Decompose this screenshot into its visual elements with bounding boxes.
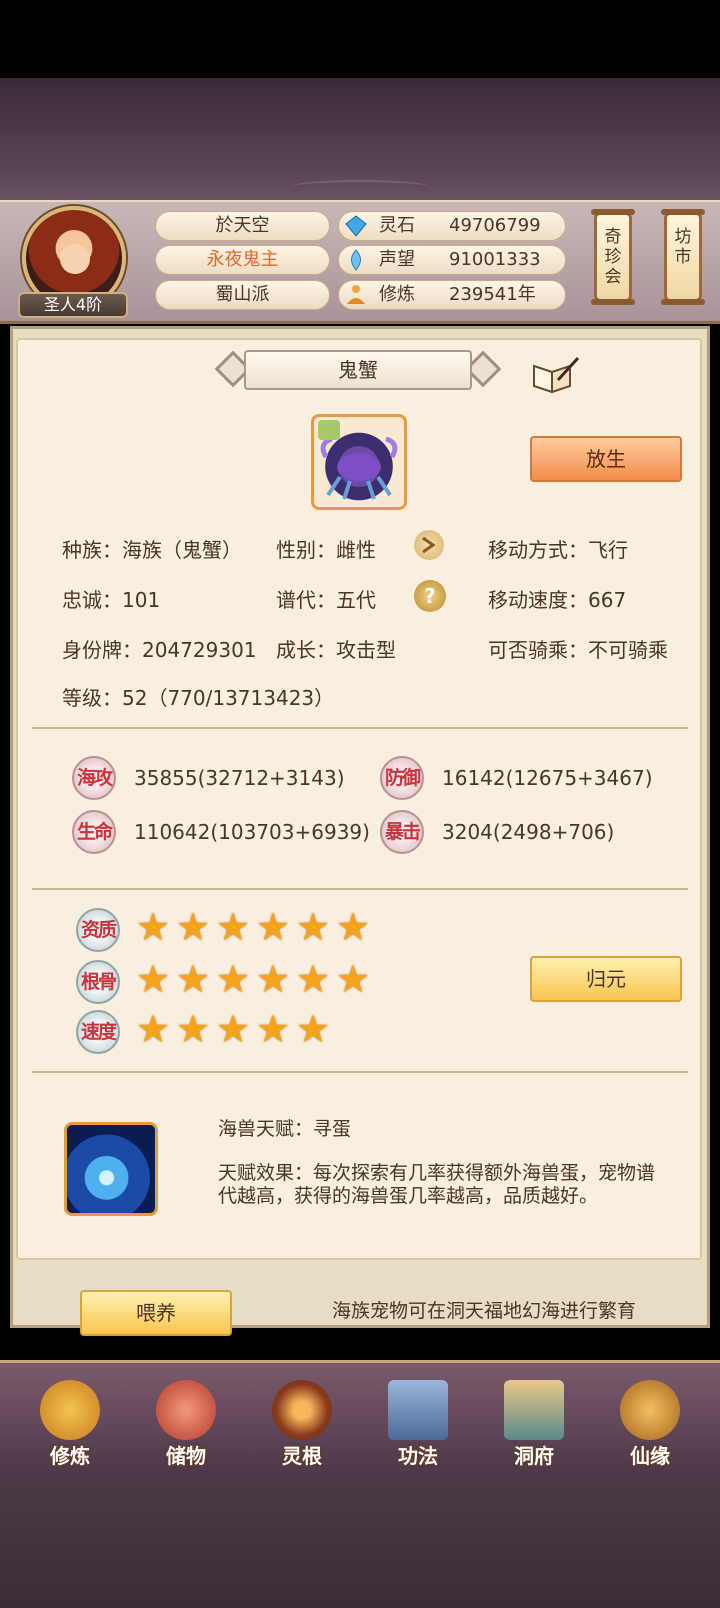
quality-stars-aptitude: ★ ★ ★ ★ ★ ★: [136, 905, 371, 949]
lock-icon[interactable]: [318, 420, 340, 440]
nav-label: 功法: [398, 1444, 438, 1468]
star-icon: ★: [296, 957, 331, 1001]
stat-badge-attack: 海攻: [72, 756, 116, 800]
talent-name: 海兽天赋：寻蛋: [218, 1118, 352, 1140]
pet-name: 鬼蟹: [244, 350, 472, 390]
triskelion-icon: [272, 1380, 332, 1440]
stat-badge-crit: 暴击: [380, 810, 424, 854]
gourd-icon: [620, 1380, 680, 1440]
resource-label: 修炼: [379, 284, 415, 305]
gender-arrow-icon[interactable]: [414, 530, 444, 560]
stat-crit-value: 3204(2498+706): [442, 820, 615, 844]
scroll-book-icon: [388, 1380, 448, 1440]
star-icon: ★: [176, 957, 211, 1001]
resource-cultivation: 修炼 239541年: [338, 280, 566, 310]
quality-badge-bone: 根骨: [76, 960, 120, 1004]
stat-badge-defense: 防御: [380, 756, 424, 800]
nav-cave[interactable]: 洞府: [492, 1380, 576, 1480]
star-icon: ★: [336, 905, 371, 949]
divider: [32, 1071, 688, 1073]
resource-prestige: 声望 91001333: [338, 245, 566, 275]
star-icon: ★: [136, 957, 171, 1001]
rename-book-icon[interactable]: [530, 354, 580, 396]
star-icon: ★: [216, 1007, 251, 1051]
stat-defense-value: 16142(12675+3467): [442, 766, 653, 790]
quality-stars-bone: ★ ★ ★ ★ ★ ★: [136, 957, 371, 1001]
nav-label: 洞府: [514, 1444, 554, 1468]
pet-level: 等级：52（770/13713423）: [62, 686, 335, 710]
pet-race: 种族：海族（鬼蟹）: [62, 538, 242, 562]
pet-move-speed: 移动速度：667: [488, 588, 627, 612]
player-sect: 蜀山派: [155, 280, 330, 310]
status-bar-area: [0, 0, 720, 78]
resource-label: 声望: [379, 249, 415, 270]
gem-icon: [345, 215, 367, 237]
nav-techniques[interactable]: 功法: [376, 1380, 460, 1480]
header-ornament: [290, 180, 430, 194]
divider: [32, 727, 688, 729]
star-icon: ★: [176, 1007, 211, 1051]
divider: [32, 888, 688, 890]
stat-hp-value: 110642(103703+6939): [134, 820, 370, 844]
star-icon: ★: [176, 905, 211, 949]
star-icon: ★: [216, 905, 251, 949]
nav-label: 修炼: [50, 1444, 90, 1468]
treasure-fair-button[interactable]: 奇珍会: [591, 209, 635, 305]
pet-rideable: 可否骑乘：不可骑乘: [488, 638, 668, 662]
bottom-background: [0, 1482, 720, 1608]
pet-move-type: 移动方式：飞行: [488, 538, 628, 562]
avatar-face: [60, 244, 90, 274]
star-icon: ★: [336, 957, 371, 1001]
talent-skill-icon[interactable]: [64, 1122, 158, 1216]
nav-label: 仙缘: [630, 1444, 670, 1468]
player-name: 於天空: [155, 211, 330, 241]
resource-label: 灵石: [379, 215, 415, 236]
resource-value: 239541年: [449, 284, 536, 305]
star-icon: ★: [136, 1007, 171, 1051]
nav-fate[interactable]: 仙缘: [608, 1380, 692, 1480]
pet-growth: 成长：攻击型: [276, 638, 396, 662]
nav-label: 储物: [166, 1444, 206, 1468]
help-icon[interactable]: ?: [414, 580, 446, 612]
nav-spirit-root[interactable]: 灵根: [260, 1380, 344, 1480]
stat-attack-value: 35855(32712+3143): [134, 766, 345, 790]
quality-stars-speed: ★ ★ ★ ★ ★: [136, 1007, 331, 1051]
pet-generation: 谱代：五代: [276, 588, 376, 612]
flame-crystal-icon: [351, 249, 361, 271]
star-icon: ★: [216, 957, 251, 1001]
monk-icon: [40, 1380, 100, 1440]
market-button[interactable]: 坊市: [661, 209, 705, 305]
quality-badge-speed: 速度: [76, 1010, 120, 1054]
nav-cultivate[interactable]: 修炼: [28, 1380, 112, 1480]
nav-storage[interactable]: 储物: [144, 1380, 228, 1480]
nav-label: 灵根: [282, 1444, 322, 1468]
pet-loyalty: 忠诚：101: [62, 588, 161, 612]
rank-label: 圣人4阶: [18, 292, 128, 318]
pavilion-icon: [504, 1380, 564, 1440]
release-button[interactable]: 放生: [530, 436, 682, 482]
pet-id: 身份牌：204729301: [62, 638, 257, 662]
star-icon: ★: [136, 905, 171, 949]
star-icon: ★: [296, 1007, 331, 1051]
meditation-icon: [347, 285, 365, 304]
reset-button[interactable]: 归元: [530, 956, 682, 1002]
feed-button[interactable]: 喂养: [80, 1290, 232, 1336]
resource-spirit-stone: 灵石 49706799: [338, 211, 566, 241]
star-icon: ★: [296, 905, 331, 949]
star-icon: ★: [256, 905, 291, 949]
resource-value: 49706799: [449, 215, 541, 236]
stat-badge-hp: 生命: [72, 810, 116, 854]
pet-name-banner: 鬼蟹: [214, 348, 502, 392]
star-icon: ★: [256, 1007, 291, 1051]
breeding-tip: 海族宠物可在洞天福地幻海进行繁育: [332, 1300, 637, 1322]
resource-value: 91001333: [449, 249, 541, 270]
talent-effect: 天赋效果：每次探索有几率获得额外海兽蛋，宠物谱代越高，获得的海兽蛋几率越高，品质…: [218, 1162, 656, 1207]
pet-gender: 性别：雌性: [276, 538, 376, 562]
player-title[interactable]: 永夜鬼主: [155, 245, 330, 275]
quality-badge-aptitude: 资质: [76, 908, 120, 952]
pouch-icon: [156, 1380, 216, 1440]
star-icon: ★: [256, 957, 291, 1001]
